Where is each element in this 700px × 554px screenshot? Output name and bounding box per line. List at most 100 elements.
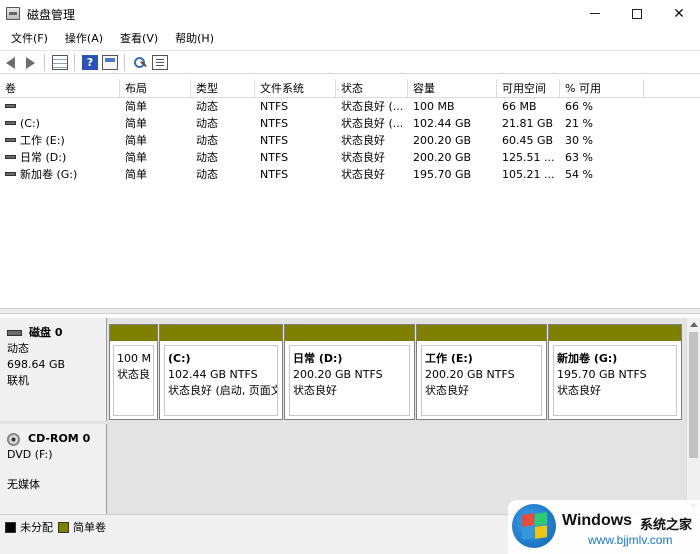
disk-0-label[interactable]: 磁盘 0 动态 698.64 GB 联机: [0, 318, 107, 421]
toolbar: ?: [0, 50, 700, 74]
legend-unallocated: 未分配: [5, 519, 53, 535]
cell-filesystem: NTFS: [260, 134, 289, 147]
maximize-icon: [632, 8, 642, 19]
cell-filesystem: NTFS: [260, 168, 289, 181]
volume-drive-icon: [5, 155, 16, 159]
volume-list-icon[interactable]: [52, 55, 68, 70]
partition-system-reserved[interactable]: 100 M 状态良: [109, 324, 158, 420]
volume-drive-icon: [5, 104, 16, 108]
graphical-disk-view: 磁盘 0 动态 698.64 GB 联机 100 M 状态良 (C:) 102.…: [0, 318, 686, 514]
partition-name: 新加卷 (G:): [557, 352, 618, 365]
column-header-type[interactable]: 类型: [191, 79, 255, 98]
cell-type: 动态: [196, 134, 218, 147]
partition-size: 200.20 GB NTFS: [293, 368, 383, 381]
table-row[interactable]: 工作 (E:) 简单 动态 NTFS 状态良好 200.20 GB 60.45 …: [0, 132, 700, 149]
table-row[interactable]: 日常 (D:) 简单 动态 NTFS 状态良好 200.20 GB 125.51…: [0, 149, 700, 166]
menu-action[interactable]: 操作(A): [58, 28, 110, 48]
legend-unallocated-label: 未分配: [20, 521, 53, 534]
disk-0-size: 698.64 GB: [7, 358, 66, 371]
scroll-up-arrow-icon[interactable]: [690, 322, 698, 327]
unallocated-swatch: [5, 521, 16, 533]
volume-table: 卷 布局 类型 文件系统 状态 容量 可用空间 % 可用 简单 动态 NTFS …: [0, 79, 700, 183]
partition-status: 状态良好: [425, 384, 469, 397]
cell-status: 状态良好 (...: [341, 100, 404, 113]
cell-free-space: 105.21 ...: [502, 168, 555, 181]
back-button[interactable]: [4, 55, 20, 70]
legend-simple-label: 简单卷: [73, 521, 106, 534]
toolbar-separator: [124, 54, 125, 71]
show-panel-icon[interactable]: [102, 55, 118, 70]
cell-percent-free: 66 %: [565, 100, 593, 113]
partition-type-bar: [549, 325, 681, 341]
disk-0-name: 磁盘 0: [29, 326, 63, 339]
cell-layout: 简单: [125, 117, 147, 130]
connect-icon[interactable]: [132, 55, 148, 70]
table-row[interactable]: 简单 动态 NTFS 状态良好 (... 100 MB 66 MB 66 %: [0, 98, 700, 115]
cdrom-0-media: 无媒体: [7, 478, 40, 491]
volume-drive-icon: [5, 172, 16, 176]
close-button[interactable]: ✕: [656, 0, 700, 27]
cell-volume: 工作 (E:): [20, 134, 65, 147]
graphical-view-scrollbar[interactable]: [686, 318, 700, 514]
cell-type: 动态: [196, 151, 218, 164]
maximize-button[interactable]: [614, 0, 660, 27]
cell-capacity: 100 MB: [413, 100, 455, 113]
cell-layout: 简单: [125, 134, 147, 147]
partition-status: 状态良: [117, 368, 150, 381]
cell-type: 动态: [196, 100, 218, 113]
column-header-filesystem[interactable]: 文件系统: [255, 79, 336, 98]
properties-icon[interactable]: [152, 55, 168, 70]
cell-capacity: 102.44 GB: [413, 117, 472, 130]
partition-size: 200.20 GB NTFS: [425, 368, 515, 381]
partition-type-bar: [285, 325, 414, 341]
watermark-brand: Windows: [562, 512, 633, 529]
partition-status: 状态良好: [293, 384, 337, 397]
menu-file[interactable]: 文件(F): [4, 28, 55, 48]
watermark-site-name: 系统之家: [640, 518, 693, 533]
cell-percent-free: 54 %: [565, 168, 593, 181]
partition-name: 工作 (E:): [425, 352, 473, 365]
partition-size: 195.70 GB NTFS: [557, 368, 647, 381]
partition-g[interactable]: 新加卷 (G:) 195.70 GB NTFS 状态良好: [548, 324, 682, 420]
cell-filesystem: NTFS: [260, 117, 289, 130]
column-header-layout[interactable]: 布局: [120, 79, 191, 98]
partition-e[interactable]: 工作 (E:) 200.20 GB NTFS 状态良好: [416, 324, 547, 420]
partition-d[interactable]: 日常 (D:) 200.20 GB NTFS 状态良好: [284, 324, 415, 420]
disk-icon: [7, 330, 22, 336]
column-header-volume[interactable]: 卷: [0, 79, 120, 98]
column-header-capacity[interactable]: 容量: [408, 79, 497, 98]
partition-name: (C:): [168, 352, 191, 365]
cell-status: 状态良好: [341, 134, 385, 147]
cell-free-space: 66 MB: [502, 100, 537, 113]
column-header-percent-free[interactable]: % 可用: [560, 79, 644, 98]
cell-free-space: 125.51 ...: [502, 151, 555, 164]
menu-view[interactable]: 查看(V): [113, 28, 165, 48]
legend-simple-volume: 简单卷: [58, 519, 106, 535]
partition-c[interactable]: (C:) 102.44 GB NTFS 状态良好 (启动, 页面文: [159, 324, 283, 420]
cdrom-0-label[interactable]: CD-ROM 0 DVD (F:) 无媒体: [0, 424, 107, 514]
table-row[interactable]: (C:) 简单 动态 NTFS 状态良好 (... 102.44 GB 21.8…: [0, 115, 700, 132]
partition-status: 状态良好 (启动, 页面文: [168, 384, 278, 397]
forward-button[interactable]: [22, 55, 38, 70]
pane-splitter[interactable]: [0, 308, 700, 314]
menu-bar: 文件(F) 操作(A) 查看(V) 帮助(H): [0, 27, 700, 48]
cell-filesystem: NTFS: [260, 100, 289, 113]
menu-help[interactable]: 帮助(H): [168, 28, 221, 48]
minimize-button[interactable]: [572, 0, 618, 27]
table-row[interactable]: 新加卷 (G:) 简单 动态 NTFS 状态良好 195.70 GB 105.2…: [0, 166, 700, 183]
simple-volume-swatch: [58, 521, 69, 533]
cell-status: 状态良好 (...: [341, 117, 404, 130]
help-icon[interactable]: ?: [82, 55, 98, 70]
scrollbar-thumb[interactable]: [689, 332, 698, 458]
title-bar: 磁盘管理 ✕: [0, 0, 700, 27]
minimize-icon: [590, 13, 600, 14]
partition-name: 日常 (D:): [293, 352, 343, 365]
column-header-status[interactable]: 状态: [336, 79, 408, 98]
cell-percent-free: 63 %: [565, 151, 593, 164]
volume-drive-icon: [5, 138, 16, 142]
column-header-free-space[interactable]: 可用空间: [497, 79, 560, 98]
cell-volume: 新加卷 (G:): [20, 168, 78, 181]
cell-type: 动态: [196, 117, 218, 130]
watermark: Windows 系统之家 www.bjjmlv.com: [508, 500, 700, 554]
watermark-url: www.bjjmlv.com: [588, 533, 673, 547]
